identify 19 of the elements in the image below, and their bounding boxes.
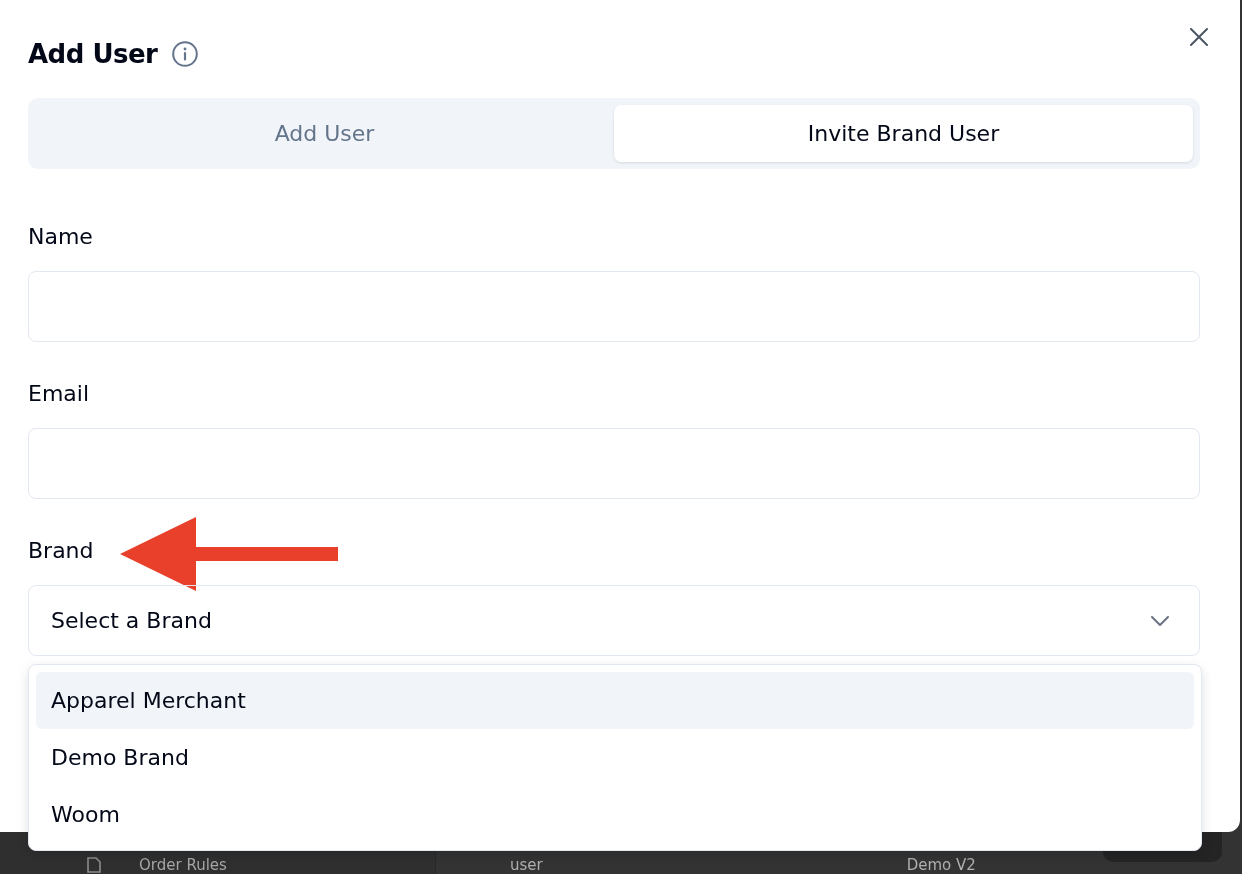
table-cell: user <box>510 857 543 874</box>
dropdown-option[interactable]: Demo Brand <box>36 729 1194 786</box>
text-input[interactable] <box>28 428 1200 499</box>
tab[interactable]: Invite Brand User <box>614 105 1193 162</box>
dropdown-option[interactable]: Apparel Merchant <box>36 672 1194 729</box>
close-icon <box>1190 28 1208 46</box>
document-icon <box>86 857 102 873</box>
dialog-title: Add User <box>28 38 158 71</box>
table-cell: Demo V2 <box>906 857 976 874</box>
info-icon[interactable] <box>172 41 199 67</box>
field-label: Brand <box>28 537 94 565</box>
chevron-down-icon <box>1151 615 1169 626</box>
field-label: Email <box>28 380 90 408</box>
tab[interactable]: Add User <box>35 105 614 162</box>
sidebar-item[interactable]: Order Rules <box>139 857 227 874</box>
field-label: Name <box>28 223 93 251</box>
text-input[interactable] <box>28 271 1200 342</box>
dropdown-option[interactable]: Woom <box>36 786 1194 843</box>
select-field[interactable]: Select a Brand <box>28 585 1200 656</box>
